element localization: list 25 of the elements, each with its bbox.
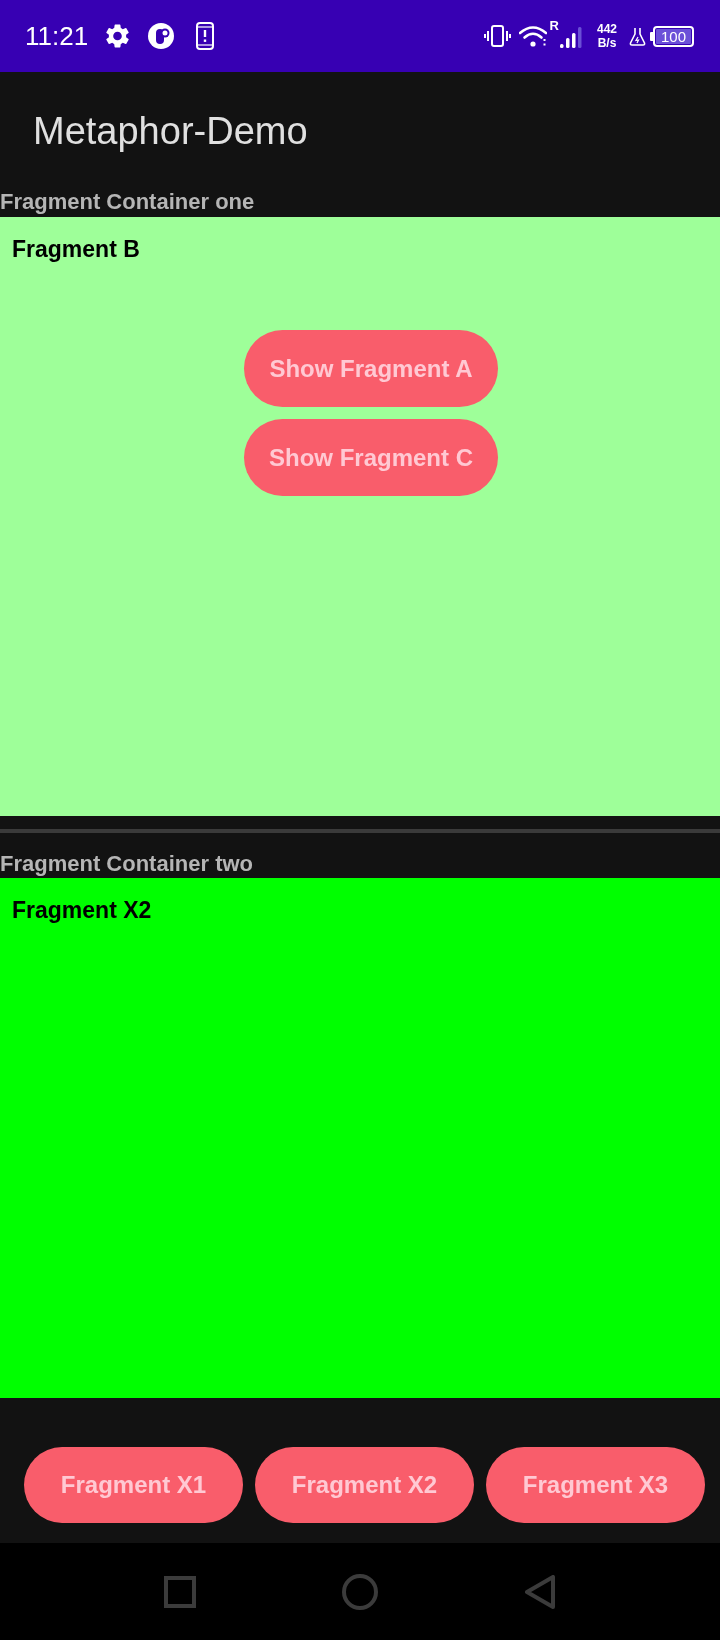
back-icon[interactable]: [525, 1574, 555, 1609]
fragment-title: Fragment X2: [12, 897, 152, 923]
net-speed-unit: B/s: [597, 36, 617, 50]
flask-icon: [629, 26, 646, 46]
round-badge-icon: [148, 23, 175, 49]
signal-label: R: [549, 19, 559, 32]
fragment-button[interactable]: Fragment X3: [486, 1447, 705, 1523]
container-label: Fragment Container one: [0, 189, 256, 215]
fragment-title: Fragment B: [12, 236, 140, 262]
net-speed-value: 442: [596, 22, 617, 36]
wifi-icon: [518, 25, 547, 47]
signal-icon: [559, 27, 582, 48]
fragment-button[interactable]: Fragment X2: [255, 1447, 474, 1523]
container-label: Fragment Container two: [0, 851, 254, 877]
home-icon[interactable]: [342, 1573, 378, 1610]
clock-time: 11:21: [25, 23, 89, 49]
vibrate-icon: [483, 25, 511, 47]
recents-icon[interactable]: [164, 1575, 196, 1608]
app-title: Metaphor-Demo: [33, 112, 308, 150]
show-fragment-button[interactable]: Show Fragment C: [244, 419, 498, 496]
show-fragment-button[interactable]: Show Fragment A: [244, 330, 498, 407]
phone-alert-icon: [196, 22, 215, 50]
battery-percent: 100: [656, 28, 691, 44]
fragment-button[interactable]: Fragment X1: [24, 1447, 243, 1523]
settings-icon: [106, 24, 130, 48]
